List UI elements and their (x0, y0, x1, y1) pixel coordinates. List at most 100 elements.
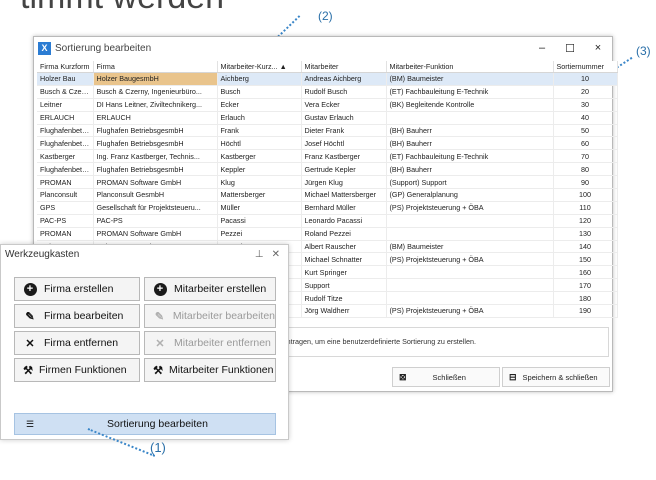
table-cell: (ET) Fachbauleitung E-Technik (386, 149, 554, 164)
maximize-button[interactable]: ☐ (556, 42, 584, 55)
table-cell: Gustav Erlauch (301, 111, 387, 125)
table-row[interactable]: PAC-PS PAC-PS Pacassi Leonardo Pacassi 120 (37, 214, 618, 228)
table-cell: Müller (217, 201, 302, 215)
column-header[interactable]: Mitarbeiter-Funktion (386, 61, 554, 73)
sortierung-bearbeiten-button[interactable]: ☰ Sortierung bearbeiten (14, 413, 276, 435)
table-cell: (BM) Baumeister (386, 240, 554, 254)
schliessen-button[interactable]: ⊠ Schließen (392, 367, 500, 387)
table-cell: Jörg Waldherr (301, 304, 387, 318)
table-row[interactable]: Busch & Czerny Busch & Czerny, Ingenieurb… (37, 85, 618, 99)
table-row[interactable]: Kastberger Ing. Franz Kastberger, Technis… (37, 149, 618, 164)
info-text: intragen, um eine benutzerdefinierte Sor… (285, 337, 476, 346)
speichern-label: Speichern & schließen (522, 372, 598, 382)
table-cell: Leitner (37, 98, 94, 112)
table-cell: Vera Ecker (301, 98, 387, 112)
close-button[interactable]: × (584, 42, 612, 54)
table-cell: Michael Mattersberger (301, 188, 387, 202)
table-row[interactable]: PROMAN PROMAN Software GmbH Pezzei Roland P… (37, 227, 618, 241)
column-header[interactable]: Mitarbeiter-Kurz... ▲ (217, 61, 302, 73)
table-cell: PAC-PS (93, 214, 218, 228)
table-cell: 130 (553, 227, 618, 241)
firma-erstellen-button[interactable]: + Firma erstellen (14, 277, 140, 301)
table-cell (386, 291, 554, 306)
table-row[interactable]: Flughafenbetrieb Flughafen BetriebsgesmbH… (37, 162, 618, 177)
table-cell: PROMAN Software GmbH (93, 175, 218, 190)
column-header[interactable]: Firma Kurzform (37, 61, 94, 73)
table-row[interactable]: Flughafenbetrieb Flughafen BetriebsgesmbH… (37, 136, 618, 151)
table-cell: 150 (553, 252, 618, 267)
firma-bearbeiten-label: Firma bearbeiten (44, 310, 124, 322)
callout-3: (3) (636, 44, 651, 58)
speichern-schliessen-button[interactable]: ⊟ Speichern & schließen (502, 367, 610, 387)
table-cell: 190 (553, 304, 618, 318)
column-header[interactable]: Sortiernummer (553, 61, 618, 73)
tools-icon: ⚒ (153, 364, 163, 377)
callout-2: (2) (318, 9, 333, 23)
table-cell: 10 (553, 72, 618, 86)
toolbox-close-icon[interactable]: ✕ (272, 249, 280, 260)
window-titlebar: X Sortierung bearbeiten – ☐ × (34, 37, 612, 59)
table-cell: Aichberg (217, 72, 302, 86)
mitarbeiter-erstellen-label: Mitarbeiter erstellen (174, 283, 267, 295)
table-row[interactable]: Flughafenbetrieb Flughafen BetriebsgesmbH… (37, 124, 618, 138)
firma-bearbeiten-button[interactable]: ✎ Firma bearbeiten (14, 304, 140, 328)
toolbox-title: Werkzeugkasten (5, 248, 80, 260)
table-cell: Pacassi (217, 214, 302, 228)
save-icon: ⊟ (509, 371, 517, 382)
column-header[interactable]: Firma (93, 61, 218, 73)
table-cell: Michael Schnatter (301, 252, 387, 267)
table-cell: DI Hans Leitner, Ziviltechnikerg... (93, 98, 218, 112)
table-cell: (ET) Fachbauleitung E-Technik (386, 85, 554, 99)
table-row[interactable]: PROMAN PROMAN Software GmbH Klug Jürgen Klu… (37, 175, 618, 190)
table-cell: 160 (553, 265, 618, 280)
table-cell: 140 (553, 240, 618, 254)
table-row[interactable]: GPS Gesellschaft für Projektsteueru... Mül… (37, 201, 618, 215)
delete-x-icon: ✕ (155, 337, 165, 350)
mitarbeiter-entfernen-button[interactable]: ✕ Mitarbeiter entfernen (144, 331, 276, 355)
table-cell: Mattersberger (217, 188, 302, 202)
mitarbeiter-erstellen-button[interactable]: + Mitarbeiter erstellen (144, 277, 276, 301)
mitarbeiter-funktionen-label: Mitarbeiter Funktionen (169, 364, 274, 376)
sortierung-bearbeiten-label: Sortierung bearbeiten (107, 418, 208, 430)
edit-icon: ✎ (154, 310, 165, 323)
table-cell: Ing. Franz Kastberger, Technis... (93, 149, 218, 164)
table-cell (386, 265, 554, 280)
mitarbeiter-bearbeiten-button[interactable]: ✎ Mitarbeiter bearbeiten (144, 304, 276, 328)
minimize-button[interactable]: – (528, 42, 556, 54)
table-cell: GPS (37, 201, 94, 215)
table-row[interactable]: Leitner DI Hans Leitner, Ziviltechnikerg.… (37, 98, 618, 112)
table-cell: 120 (553, 214, 618, 228)
table-cell: Rudolf Titze (301, 291, 387, 306)
table-cell: 40 (553, 111, 618, 125)
sort-list-icon: ☰ (25, 418, 35, 429)
table-cell: ERLAUCH (37, 111, 94, 125)
table-cell: PROMAN (37, 175, 94, 190)
table-cell: (BM) Baumeister (386, 72, 554, 86)
table-cell: PAC-PS (37, 214, 94, 228)
column-header[interactable]: Mitarbeiter (301, 61, 387, 73)
table-row[interactable]: Planconsult Planconsult GesmbH Mattersberg… (37, 188, 618, 202)
firma-entfernen-button[interactable]: ✕ Firma entfernen (14, 331, 140, 355)
toolbox-header: Werkzeugkasten ⊥ ✕ (1, 245, 288, 263)
table-cell: Kastberger (217, 149, 302, 164)
werkzeugkasten-panel: Werkzeugkasten ⊥ ✕ + Firma erstellen + M… (0, 244, 289, 440)
callout-1: (1) (150, 440, 166, 455)
table-cell: 50 (553, 124, 618, 138)
pin-icon[interactable]: ⊥ (255, 249, 264, 260)
firma-erstellen-label: Firma erstellen (44, 283, 114, 295)
table-row[interactable]: Holzer Bau Holzer BaugesmbH Aichberg Andrea… (37, 72, 618, 86)
table-cell: Kurt Springer (301, 265, 387, 280)
table-cell: Dieter Frank (301, 124, 387, 138)
table-cell: ERLAUCH (93, 111, 218, 125)
close-square-icon: ⊠ (399, 371, 407, 382)
table-cell: Ecker (217, 98, 302, 112)
table-header: Firma Kurzform Firma Mitarbeiter-Kurz... ▲… (37, 61, 618, 73)
table-cell: Pezzei (217, 227, 302, 241)
table-row[interactable]: ERLAUCH ERLAUCH Erlauch Gustav Erlauch 40 (37, 111, 618, 125)
firmen-funktionen-label: Firmen Funktionen (39, 364, 127, 376)
table-cell: (BH) Bauherr (386, 162, 554, 177)
table-cell: 180 (553, 291, 618, 306)
mitarbeiter-funktionen-button[interactable]: ⚒ Mitarbeiter Funktionen (144, 358, 276, 382)
table-cell: Leonardo Pacassi (301, 214, 387, 228)
firmen-funktionen-button[interactable]: ⚒ Firmen Funktionen (14, 358, 140, 382)
